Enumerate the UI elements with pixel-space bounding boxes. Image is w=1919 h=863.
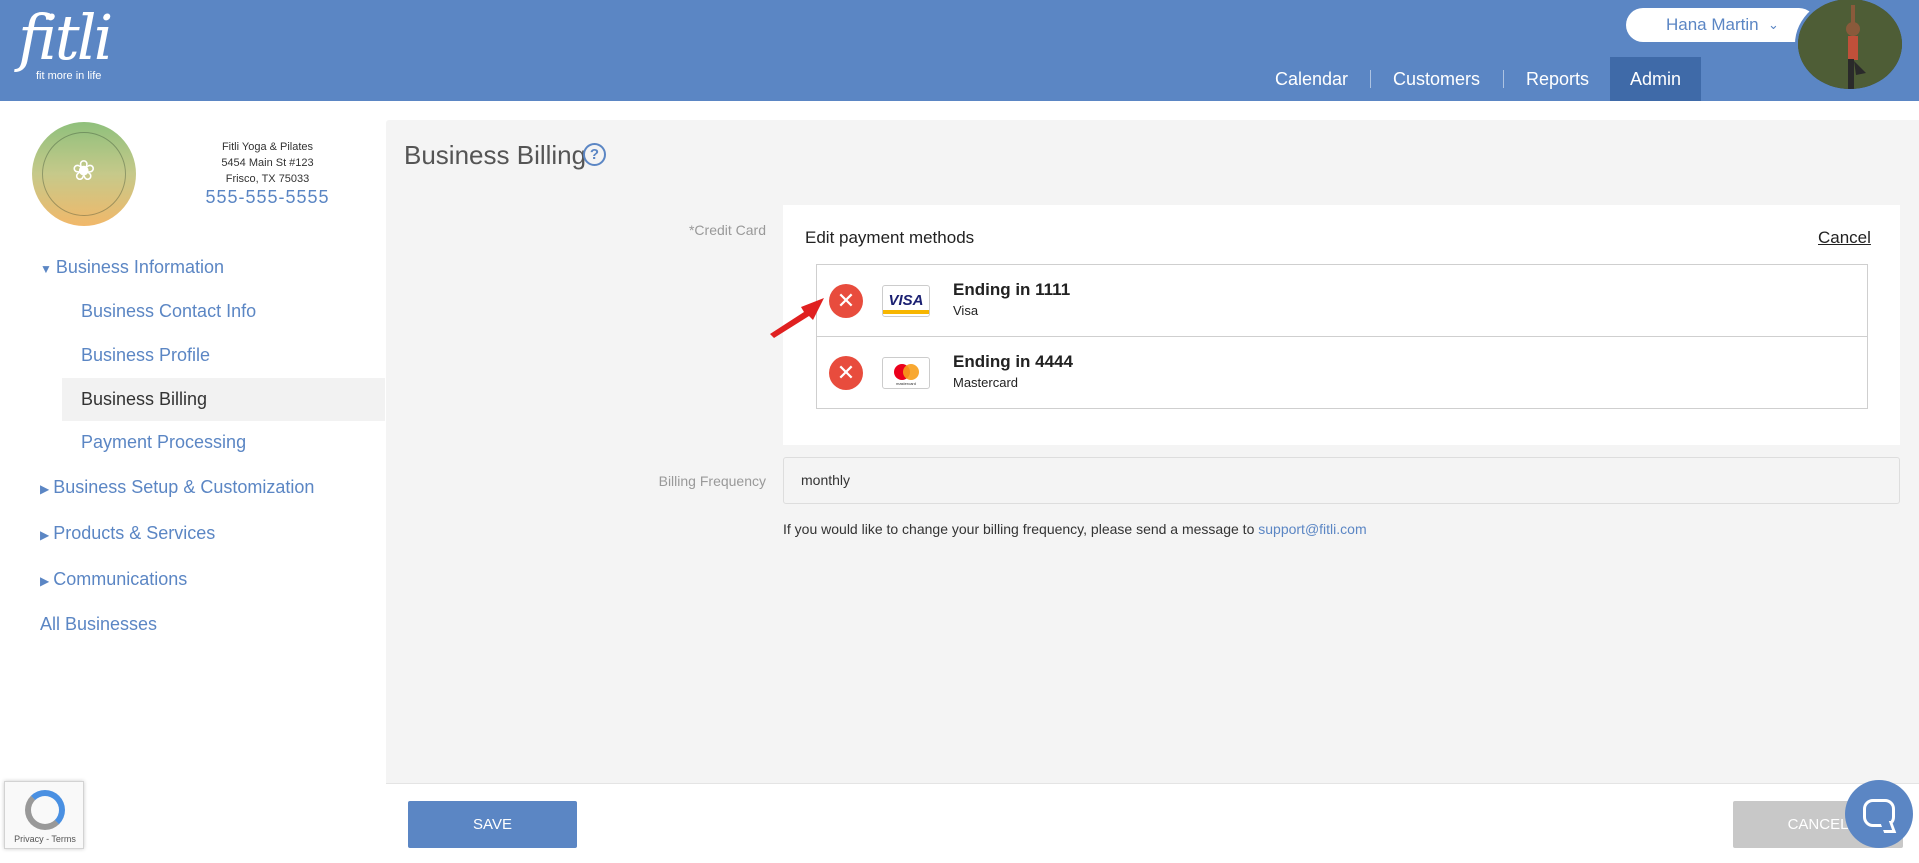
payment-method-row: ✕ mastercard Ending in 4444 Mastercard: [817, 336, 1867, 407]
user-avatar[interactable]: [1795, 0, 1905, 92]
nav-customers[interactable]: Customers: [1393, 57, 1480, 101]
billing-frequency-label: Billing Frequency: [658, 473, 766, 489]
recaptcha-icon: [25, 790, 65, 830]
card-type: Visa: [953, 303, 979, 318]
save-button[interactable]: SAVE: [408, 801, 577, 848]
card-type: Mastercard: [953, 375, 1019, 390]
payment-methods-cancel-link[interactable]: Cancel: [1818, 228, 1871, 248]
sidebar-section-communications[interactable]: ▶ Communications: [40, 569, 187, 590]
delete-card-button[interactable]: ✕: [829, 284, 863, 318]
sidebar-item-business-billing[interactable]: Business Billing: [81, 389, 207, 410]
chevron-down-icon: ⌄: [1768, 17, 1779, 32]
logo-word: fitli: [18, 1, 113, 74]
fitli-logo[interactable]: fitli fit more in life: [16, 1, 121, 86]
mastercard-card-icon: mastercard: [882, 357, 930, 389]
nav-divider: [1370, 70, 1371, 88]
business-address: Fitli Yoga & Pilates 5454 Main St #123 F…: [180, 139, 355, 187]
sidebar-section-label: Communications: [53, 569, 188, 589]
sidebar-item-business-profile[interactable]: Business Profile: [81, 345, 210, 366]
visa-stripe: [883, 310, 929, 314]
sidebar-item-all-businesses[interactable]: All Businesses: [40, 614, 157, 635]
meditation-figure-icon: ❀: [72, 155, 96, 186]
sidebar-section-business-information[interactable]: ▼ Business Information: [40, 257, 224, 278]
card-ending: Ending in 4444: [953, 352, 1073, 371]
sidebar-item-payment-processing[interactable]: Payment Processing: [81, 432, 246, 453]
caret-right-icon: ▶: [40, 528, 50, 542]
logo-tagline: fit more in life: [36, 70, 102, 82]
card-ending: Ending in 1111: [953, 280, 1071, 299]
billing-frequency-note: If you would like to change your billing…: [783, 521, 1367, 537]
business-address-line1: 5454 Main St #123: [221, 157, 314, 169]
billing-frequency-field[interactable]: monthly: [783, 457, 1900, 504]
business-logo: ❀: [32, 122, 136, 226]
payment-method-row: ✕ VISA Ending in 1111 Visa: [817, 265, 1867, 336]
caret-down-icon: ▼: [40, 262, 52, 276]
help-icon[interactable]: ?: [583, 143, 606, 166]
sidebar-section-products-services[interactable]: ▶ Products & Services: [40, 523, 215, 544]
chat-support-button[interactable]: [1845, 780, 1913, 848]
business-phone[interactable]: 555-555-5555: [180, 187, 355, 208]
page-title: Business Billing: [404, 140, 587, 170]
mastercard-brand-text: mastercard: [895, 381, 916, 386]
sidebar-section-business-setup[interactable]: ▶ Business Setup & Customization: [40, 477, 314, 498]
business-name: Fitli Yoga & Pilates: [221, 141, 314, 153]
nav-admin[interactable]: Admin: [1610, 57, 1702, 101]
mastercard-orange-circle: [903, 364, 919, 380]
recaptcha-links[interactable]: Privacy - Terms: [5, 834, 85, 844]
user-name: Hana Martin: [1666, 15, 1759, 34]
payment-methods-list: ✕ VISA Ending in 1111 Visa ✕ mastercard …: [816, 264, 1868, 409]
chat-bubble-icon: [1863, 799, 1895, 827]
recaptcha-badge[interactable]: Privacy - Terms: [4, 781, 84, 849]
visa-brand-text: VISA: [888, 292, 924, 309]
nav-divider: [1503, 70, 1504, 88]
sidebar-section-label: Products & Services: [53, 523, 216, 543]
caret-right-icon: ▶: [40, 574, 50, 588]
business-address-line2: Frisco, TX 75033: [225, 173, 310, 185]
footer-divider: [386, 783, 1919, 784]
sidebar-item-business-contact-info[interactable]: Business Contact Info: [81, 301, 256, 322]
support-email-link[interactable]: support@fitli.com: [1258, 521, 1366, 537]
sidebar-section-label: Business Information: [55, 257, 224, 277]
nav-calendar[interactable]: Calendar: [1275, 57, 1348, 101]
user-menu-button[interactable]: Hana Martin ⌄: [1626, 8, 1816, 42]
visa-card-icon: VISA: [882, 285, 930, 317]
payment-methods-title: Edit payment methods: [805, 228, 975, 247]
sidebar-section-label: Business Setup & Customization: [53, 477, 315, 497]
caret-right-icon: ▶: [40, 482, 50, 496]
billing-note-text: If you would like to change your billing…: [783, 521, 1255, 537]
red-arrow-annotation-icon: [770, 298, 824, 338]
delete-card-button[interactable]: ✕: [829, 356, 863, 390]
nav-reports[interactable]: Reports: [1526, 57, 1589, 101]
credit-card-label: *Credit Card: [688, 222, 766, 238]
